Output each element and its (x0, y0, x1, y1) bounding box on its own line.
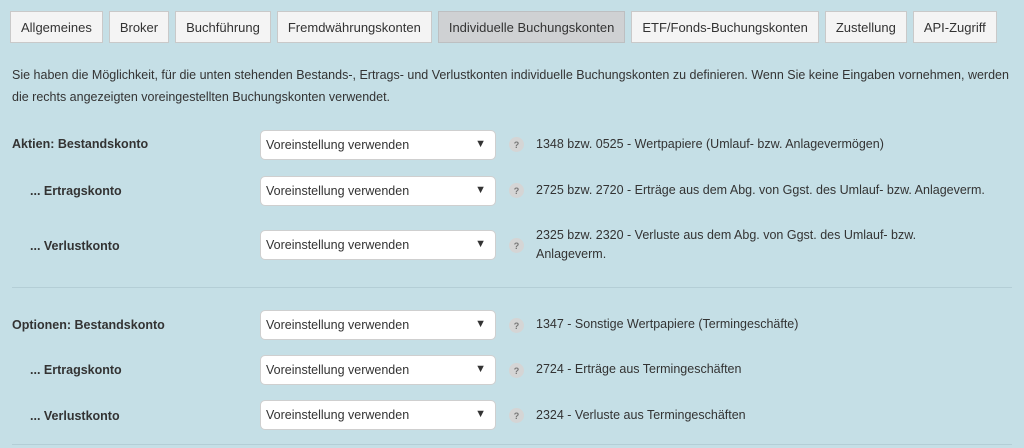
tab-allgemeines[interactable]: Allgemeines (10, 11, 103, 43)
settings-tabs: Allgemeines Broker Buchführung Fremdwähr… (10, 11, 997, 43)
section-divider (12, 444, 1012, 445)
select-value: Voreinstellung verwenden (266, 238, 410, 252)
tab-fremdwaehrungskonten[interactable]: Fremdwährungskonten (276, 11, 432, 43)
account-select[interactable]: Voreinstellung verwenden ▼ (260, 176, 496, 206)
default-account-text: 1348 bzw. 0525 - Wertpapiere (Umlauf- bz… (536, 137, 884, 151)
default-account-text: 2725 bzw. 2720 - Erträge aus dem Abg. vo… (536, 183, 985, 197)
tab-individuelle-buchungskonten[interactable]: Individuelle Buchungskonten (437, 11, 626, 43)
default-account-text: 2724 - Erträge aus Termingeschäften (536, 362, 742, 376)
default-account-text: 2325 bzw. 2320 - Verluste aus dem Abg. v… (536, 228, 917, 261)
account-select[interactable]: Voreinstellung verwenden ▼ (260, 230, 496, 260)
select-value: Voreinstellung verwenden (266, 318, 410, 332)
row-label: ... Ertragskonto (30, 184, 122, 198)
row-label: Optionen: Bestandskonto (12, 318, 165, 332)
intro-text: Sie haben die Möglichkeit, für die unten… (12, 68, 1009, 104)
dropdown-arrow-icon: ▼ (475, 138, 486, 150)
dropdown-arrow-icon: ▼ (475, 318, 486, 330)
account-select[interactable]: Voreinstellung verwenden ▼ (260, 310, 496, 340)
dropdown-arrow-icon: ▼ (475, 184, 486, 196)
help-icon[interactable]: ? (509, 408, 524, 423)
tab-buchfuehrung[interactable]: Buchführung (175, 11, 271, 43)
help-icon[interactable]: ? (509, 183, 524, 198)
default-account-text: 2324 - Verluste aus Termingeschäften (536, 408, 746, 422)
section-divider (12, 287, 1012, 288)
select-value: Voreinstellung verwenden (266, 138, 410, 152)
default-account-text: 1347 - Sonstige Wertpapiere (Termingesch… (536, 317, 799, 331)
account-select[interactable]: Voreinstellung verwenden ▼ (260, 400, 496, 430)
account-select[interactable]: Voreinstellung verwenden ▼ (260, 355, 496, 385)
row-label: ... Verlustkonto (30, 409, 120, 423)
select-value: Voreinstellung verwenden (266, 363, 410, 377)
help-icon[interactable]: ? (509, 137, 524, 152)
row-label: ... Verlustkonto (30, 239, 120, 253)
tab-etf-fonds-buchungskonten[interactable]: ETF/Fonds-Buchungskonten (631, 11, 819, 43)
help-icon[interactable]: ? (509, 238, 524, 253)
account-select[interactable]: Voreinstellung verwenden ▼ (260, 130, 496, 160)
dropdown-arrow-icon: ▼ (475, 408, 486, 420)
tab-broker[interactable]: Broker (108, 11, 170, 43)
row-label: ... Ertragskonto (30, 363, 122, 377)
dropdown-arrow-icon: ▼ (475, 363, 486, 375)
row-label: Aktien: Bestandskonto (12, 137, 149, 151)
help-icon[interactable]: ? (509, 363, 524, 378)
select-value: Voreinstellung verwenden (266, 408, 410, 422)
tab-api-zugriff[interactable]: API-Zugriff (912, 11, 997, 43)
dropdown-arrow-icon: ▼ (475, 238, 486, 250)
select-value: Voreinstellung verwenden (266, 184, 410, 198)
help-icon[interactable]: ? (509, 318, 524, 333)
tab-zustellung[interactable]: Zustellung (824, 11, 907, 43)
